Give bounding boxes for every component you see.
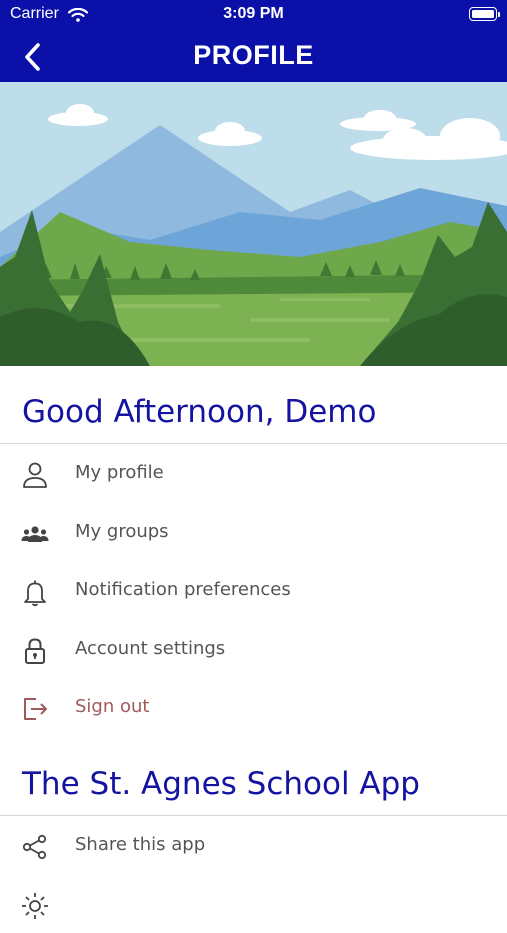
menu-item-partial[interactable] <box>0 875 507 933</box>
hero-landscape-image <box>0 82 507 366</box>
menu-item-label: Account settings <box>75 638 226 659</box>
app-section-heading: The St. Agnes School App <box>22 766 420 802</box>
menu-item-my-profile[interactable]: My profile <box>0 444 507 502</box>
menu-item-notification-preferences[interactable]: Notification preferences <box>0 561 507 619</box>
share-icon <box>22 834 47 860</box>
status-bar: Carrier 3:09 PM <box>0 5 507 27</box>
nav-header: Carrier 3:09 PM PROFILE <box>0 0 507 82</box>
menu-item-sign-out[interactable]: Sign out <box>0 678 507 736</box>
page-title: PROFILE <box>193 40 314 70</box>
battery-icon <box>469 7 500 21</box>
menu-item-label: My groups <box>75 521 169 542</box>
group-icon <box>21 526 49 542</box>
menu-item-label: Sign out <box>75 696 150 717</box>
sun-icon <box>22 893 48 919</box>
sign-out-icon <box>24 698 47 720</box>
bell-icon <box>24 580 46 607</box>
menu-item-my-groups[interactable]: My groups <box>0 503 507 561</box>
menu-item-label: Share this app <box>75 834 206 855</box>
menu-item-label: Notification preferences <box>75 579 291 600</box>
menu-item-label: My profile <box>75 462 164 483</box>
person-icon <box>23 462 47 488</box>
greeting-heading: Good Afternoon, Demo <box>22 394 377 430</box>
menu-item-account-settings[interactable]: Account settings <box>0 620 507 678</box>
lock-icon <box>25 638 45 664</box>
status-time: 3:09 PM <box>223 5 284 22</box>
menu-item-share-app[interactable]: Share this app <box>0 816 507 874</box>
